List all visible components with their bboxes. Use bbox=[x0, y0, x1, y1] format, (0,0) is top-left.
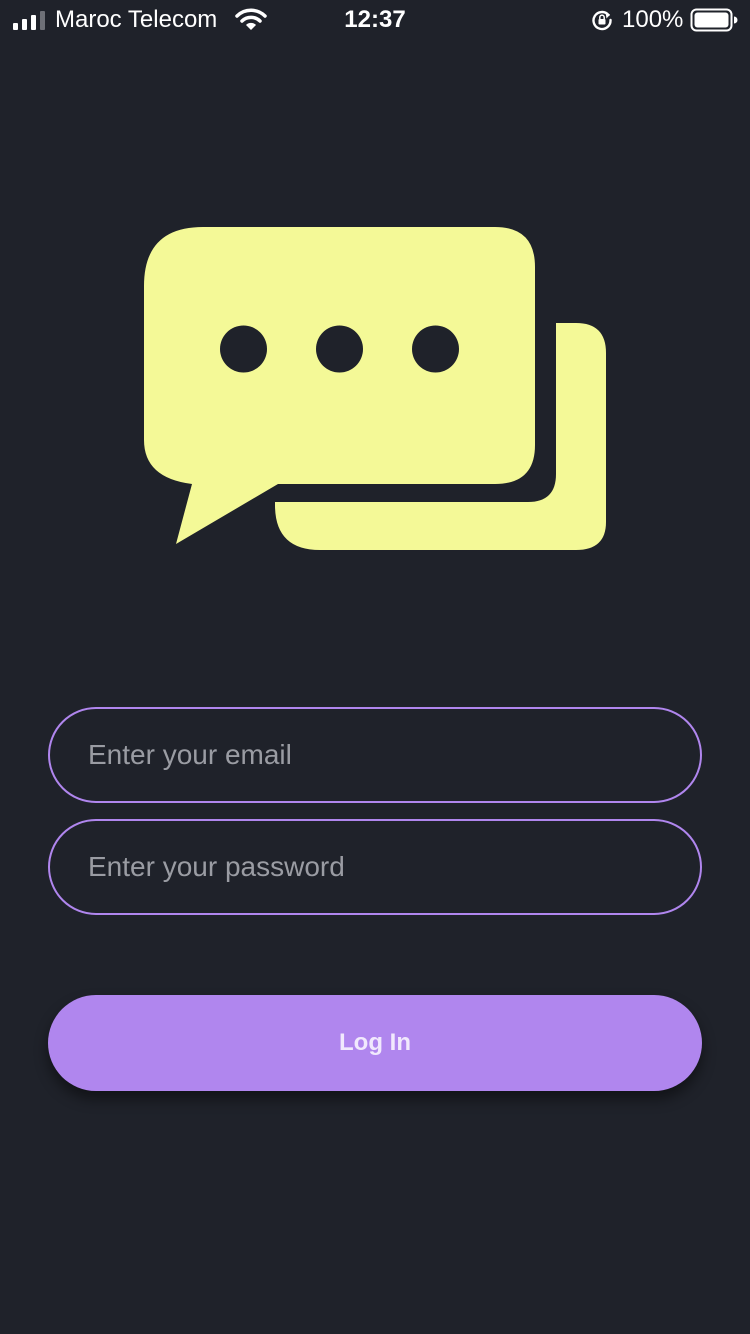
email-input[interactable] bbox=[48, 707, 702, 803]
password-input[interactable] bbox=[48, 819, 702, 915]
typing-dot bbox=[220, 325, 267, 373]
chat-bubbles-icon bbox=[144, 227, 606, 595]
front-speech-bubble bbox=[144, 227, 535, 544]
typing-dot bbox=[412, 325, 459, 373]
battery-percentage: 100% bbox=[622, 6, 684, 33]
rotation-lock-icon bbox=[592, 10, 612, 31]
typing-dot bbox=[316, 325, 363, 373]
battery-icon bbox=[690, 8, 738, 32]
login-button[interactable]: Log In bbox=[48, 995, 702, 1091]
status-bar: Maroc Telecom 12:37 100% bbox=[0, 0, 750, 40]
